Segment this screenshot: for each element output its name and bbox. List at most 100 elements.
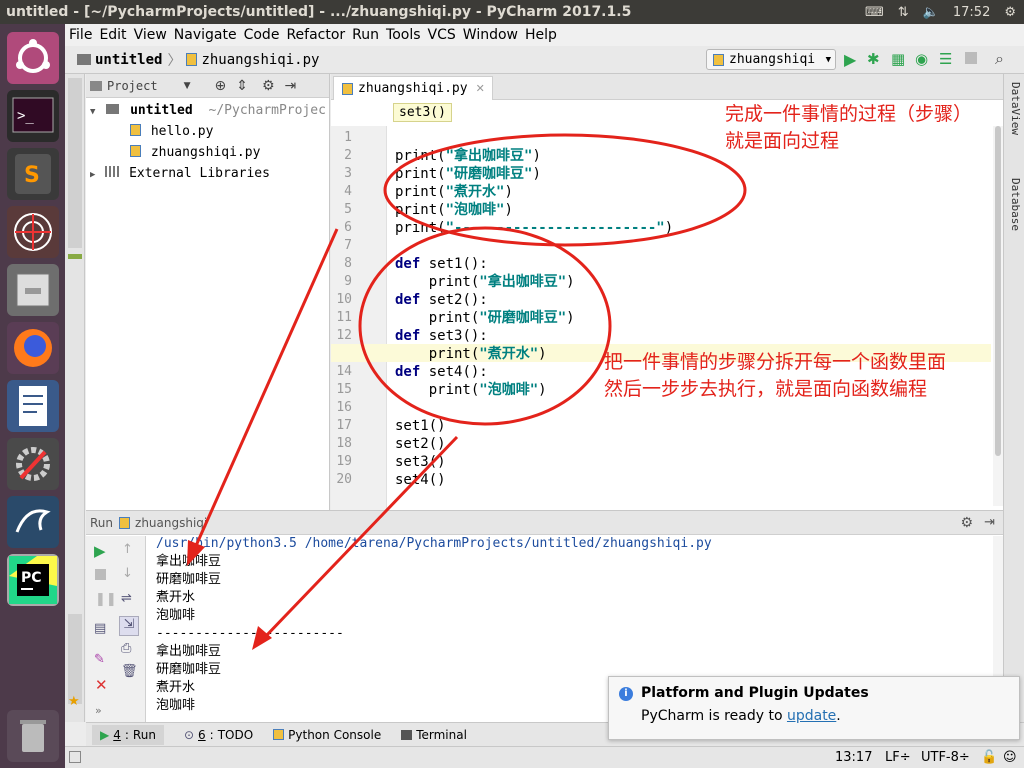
stop-icon[interactable] xyxy=(95,569,106,580)
update-link[interactable]: update xyxy=(787,708,836,724)
sync-icon[interactable]: ⊕ xyxy=(215,78,227,94)
concurrency-icon[interactable]: ☰ xyxy=(939,50,952,68)
status-toggle-icon[interactable] xyxy=(69,751,81,763)
rerun-icon[interactable]: ▶ xyxy=(94,542,106,560)
code-line[interactable]: print("煮开水") xyxy=(395,183,513,201)
run-config-select[interactable]: zhuangshiqi ▼ xyxy=(706,49,836,70)
code-line[interactable]: set3() xyxy=(395,453,446,471)
close-icon[interactable]: ✕ xyxy=(95,676,108,694)
tool-tab-terminal[interactable]: Terminal xyxy=(401,728,467,742)
menu-navigate[interactable]: Navigate xyxy=(174,27,237,43)
code-line[interactable]: def set4(): xyxy=(395,363,488,381)
scroll-to-end-icon[interactable]: ⇲ xyxy=(119,616,139,636)
writer-document-icon[interactable] xyxy=(7,380,59,432)
trash-icon[interactable]: 🗑 xyxy=(121,664,138,679)
pin-icon[interactable]: ✎ xyxy=(94,652,105,667)
print-icon[interactable]: ⎙ xyxy=(121,641,131,656)
code-line[interactable]: def set2(): xyxy=(395,291,488,309)
expand-right-icon[interactable]: ▶ xyxy=(90,170,95,180)
code-line[interactable]: set2() xyxy=(395,435,446,453)
menu-vcs[interactable]: VCS xyxy=(428,27,456,43)
collapse-icon[interactable]: ⇕ xyxy=(236,78,248,94)
code-line[interactable]: def set1(): xyxy=(395,255,488,273)
file-manager-icon[interactable] xyxy=(7,264,59,316)
menu-code[interactable]: Code xyxy=(244,27,280,43)
structure-tool-tab[interactable] xyxy=(68,254,82,259)
pycharm-icon[interactable]: PC xyxy=(7,554,59,606)
code-line[interactable]: print("------------------------") xyxy=(395,219,673,237)
run-icon[interactable]: ▶ xyxy=(844,50,856,69)
expand-down-icon[interactable]: ▼ xyxy=(90,107,95,117)
volume-icon[interactable]: 🔈 xyxy=(923,5,939,20)
terminal-icon[interactable]: >_ xyxy=(7,90,59,142)
stop-icon[interactable] xyxy=(965,52,977,64)
search-everywhere-icon[interactable]: ⌕ xyxy=(995,49,1004,69)
tree-item-file[interactable]: zhuangshiqi.py xyxy=(86,142,329,163)
pause-icon[interactable]: ❚❚ xyxy=(95,592,117,607)
code-line[interactable]: def set3(): xyxy=(395,327,488,345)
close-icon[interactable]: ✕ xyxy=(476,82,485,95)
more-icon[interactable]: » xyxy=(95,704,102,717)
system-settings-icon[interactable] xyxy=(7,438,59,490)
hide-icon[interactable]: ⇥ xyxy=(285,78,297,94)
project-tool-tab[interactable] xyxy=(68,78,82,248)
update-notification[interactable]: i Platform and Plugin Updates PyCharm is… xyxy=(608,676,1020,740)
run-coverage-icon[interactable]: ▦ xyxy=(891,50,905,68)
tool-tab-python-console[interactable]: Python Console xyxy=(273,728,381,742)
tree-item-root[interactable]: ▼ untitled ~/PycharmProjec xyxy=(86,100,329,121)
menu-window[interactable]: Window xyxy=(463,27,518,43)
caret-position[interactable]: 13:17 xyxy=(835,750,872,765)
menu-refactor[interactable]: Refactor xyxy=(286,27,345,43)
favorites-tool-tab[interactable] xyxy=(68,614,82,704)
menu-help[interactable]: Help xyxy=(525,27,557,43)
menu-run[interactable]: Run xyxy=(352,27,379,43)
tool-tab-run[interactable]: ▶ 4: Run xyxy=(92,724,164,745)
network-icon[interactable]: ⇅ xyxy=(898,5,909,20)
gear-icon[interactable]: ⚙ xyxy=(960,515,973,531)
code-line[interactable]: print("拿出咖啡豆") xyxy=(395,147,541,165)
debug-icon[interactable]: ✱ xyxy=(867,50,880,68)
gear-icon[interactable]: ⚙ xyxy=(262,78,275,94)
nav-file[interactable]: zhuangshiqi.py xyxy=(201,52,319,68)
trash-icon[interactable] xyxy=(7,710,59,762)
code-breadcrumb[interactable]: set3() xyxy=(393,103,452,122)
inspector-icon[interactable]: ☺ xyxy=(1003,750,1017,765)
code-line[interactable]: set4() xyxy=(395,471,446,489)
dataview-tool-tab[interactable]: DataView xyxy=(1008,82,1022,162)
run-config-tab[interactable]: zhuangshiqi xyxy=(135,516,207,530)
menu-view[interactable]: View xyxy=(134,27,167,43)
menu-tools[interactable]: Tools xyxy=(386,27,421,43)
database-tool-tab[interactable]: Database xyxy=(1008,178,1022,258)
lock-icon[interactable]: 🔓 xyxy=(981,750,997,765)
file-encoding[interactable]: UTF-8÷ xyxy=(921,750,970,765)
tree-item-file[interactable]: hello.py xyxy=(86,121,329,142)
code-line[interactable]: set1() xyxy=(395,417,446,435)
hide-icon[interactable]: ⇥ xyxy=(984,515,995,530)
code-line[interactable]: print("研磨咖啡豆") xyxy=(395,165,541,183)
network-tool-icon[interactable] xyxy=(7,206,59,258)
code-line[interactable]: print("拿出咖啡豆") xyxy=(395,273,575,291)
tree-item-external-libraries[interactable]: ▶ External Libraries xyxy=(86,163,329,184)
down-arrow-icon[interactable]: ↓ xyxy=(122,566,133,581)
code-line[interactable]: print("泡咖啡") xyxy=(395,201,513,219)
editor-tab-active[interactable]: zhuangshiqi.py ✕ xyxy=(333,76,493,100)
menu-edit[interactable]: Edit xyxy=(99,27,126,43)
firefox-icon[interactable] xyxy=(7,322,59,374)
clock[interactable]: 17:52 xyxy=(953,5,990,20)
nav-project[interactable]: untitled xyxy=(95,52,162,68)
ubuntu-logo-icon[interactable] xyxy=(7,32,59,84)
profile-icon[interactable]: ◉ xyxy=(915,50,928,68)
editor-scrollbar[interactable] xyxy=(993,126,1003,506)
up-arrow-icon[interactable]: ↑ xyxy=(122,542,133,557)
keyboard-icon[interactable]: ⌨ xyxy=(865,5,884,20)
mysql-workbench-icon[interactable] xyxy=(7,496,59,548)
tool-tab-todo[interactable]: ⊙ 6: TODO xyxy=(184,728,253,742)
line-separator[interactable]: LF÷ xyxy=(885,750,911,765)
sublime-text-icon[interactable]: S xyxy=(7,148,59,200)
menu-file[interactable]: File xyxy=(69,27,92,43)
layout-icon[interactable]: ▤ xyxy=(94,621,106,636)
code-line[interactable]: print("泡咖啡") xyxy=(395,381,547,399)
code-line[interactable]: print("煮开水") xyxy=(395,345,547,363)
chevron-down-icon[interactable]: ▼ xyxy=(184,81,191,91)
settings-gear-icon[interactable]: ⚙ xyxy=(1004,5,1016,20)
